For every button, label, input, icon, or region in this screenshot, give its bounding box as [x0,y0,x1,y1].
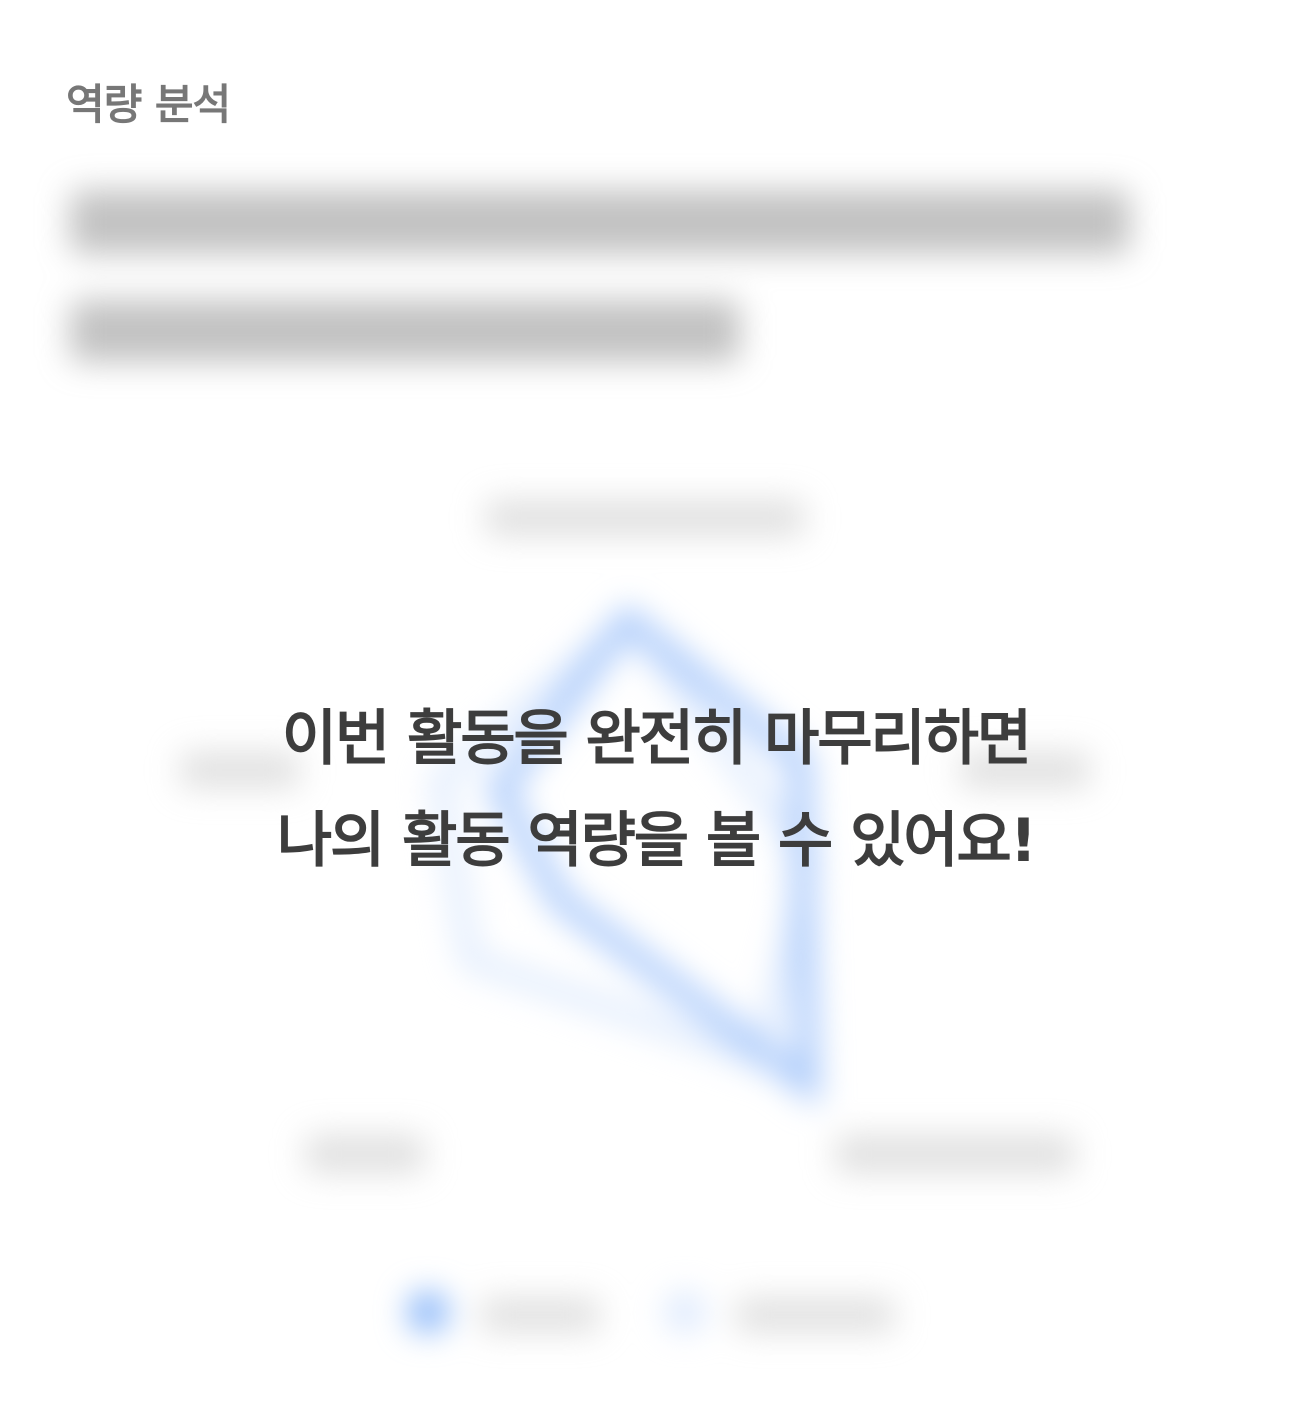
blurred-axis-label-bottom-right [835,1135,1075,1173]
lock-message: 이번 활동을 완전히 마무리하면 나의 활동 역량을 볼 수 있어요! [0,688,1312,892]
blurred-legend-label-main [480,1298,600,1332]
blurred-headline-line-1 [70,190,1130,254]
lock-message-line-2: 나의 활동 역량을 볼 수 있어요! [276,806,1037,876]
legend-dot-main [408,1292,448,1332]
section-title: 역량 분석 [66,80,231,129]
legend-dot-light [665,1292,705,1332]
blurred-axis-label-top [485,500,805,536]
blurred-legend-label-light [735,1298,895,1332]
blurred-headline-line-2 [70,300,740,362]
blurred-axis-label-bottom-left [305,1135,425,1173]
lock-message-line-1: 이번 활동을 완전히 마무리하면 [281,704,1032,774]
competency-analysis-card: 역량 분석 이번 활동을 완전히 마무리하면 나의 활동 역량을 볼 수 있어요… [0,0,1312,1408]
